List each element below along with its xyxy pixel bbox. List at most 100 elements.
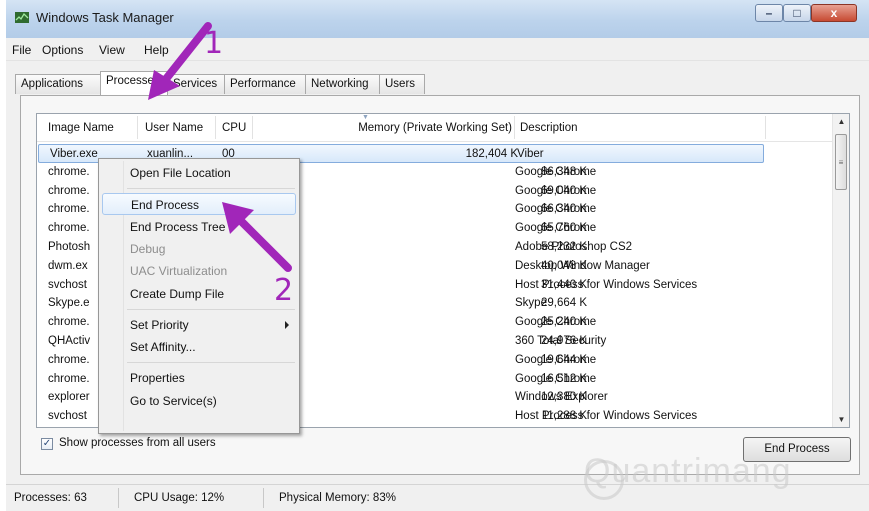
menu-item-uac-virtualization: UAC Virtualization — [102, 260, 296, 282]
menu-separator — [127, 308, 295, 310]
process-memory: 182,404 K — [465, 148, 518, 160]
annotation-number-1: 1 — [204, 26, 224, 61]
process-image-name: chrome. — [48, 222, 90, 235]
menu-item-end-process-tree[interactable]: End Process Tree — [102, 216, 296, 238]
process-description: Google Chrome — [515, 222, 597, 235]
process-description: Google Chrome — [515, 316, 597, 329]
column-image-name[interactable]: Image Name — [48, 122, 114, 134]
vertical-scrollbar[interactable]: ▲ ≡ ▼ — [832, 114, 849, 427]
menu-help[interactable]: Help — [144, 43, 169, 57]
process-description: Viber — [517, 148, 544, 160]
scroll-down-icon[interactable]: ▼ — [833, 412, 849, 427]
scroll-thumb[interactable]: ≡ — [835, 134, 847, 190]
tab-strip: Applications Processes Services Performa… — [6, 60, 869, 98]
show-all-checkbox[interactable]: ✓ — [41, 438, 53, 450]
menu-item-label: End Process Tree — [130, 219, 226, 234]
process-image-name: Viber.exe — [50, 148, 98, 160]
process-context-menu: Open File Location End Process End Process… — [98, 158, 300, 434]
watermark: Quantrimang — [584, 452, 792, 490]
maximize-button[interactable]: □ — [783, 4, 811, 22]
scroll-up-icon[interactable]: ▲ — [833, 114, 849, 129]
process-image-name: chrome. — [48, 184, 90, 197]
minimize-button[interactable]: – — [755, 4, 783, 22]
menu-item-end-process[interactable]: End Process — [102, 193, 296, 216]
tab-services[interactable]: Services — [167, 74, 225, 94]
process-description: Desktop Window Manager — [515, 259, 650, 272]
process-memory: 29,664 K — [540, 297, 587, 310]
tab-networking[interactable]: Networking — [305, 74, 380, 94]
process-image-name: dwm.ex — [48, 259, 88, 272]
menu-item-label: Open File Location — [130, 166, 231, 180]
menu-separator — [127, 188, 295, 190]
title-bar[interactable]: Windows Task Manager – □ x — [6, 0, 869, 38]
process-image-name: chrome. — [48, 353, 90, 366]
window-title: Windows Task Manager — [36, 10, 174, 25]
menu-item-label: UAC Virtualization — [130, 264, 228, 279]
menu-item-set-priority[interactable]: Set Priority — [102, 314, 296, 336]
menu-item-debug: Debug — [102, 238, 296, 260]
menu-bar: File Options View Help — [6, 38, 869, 61]
menu-item-go-to-service-s[interactable]: Go to Service(s) — [102, 390, 296, 412]
menu-item-label: Set Affinity... — [130, 340, 196, 355]
menu-item-properties[interactable]: Properties — [102, 367, 296, 389]
column-cpu[interactable]: CPU — [222, 122, 246, 134]
process-description: Skype — [515, 297, 547, 310]
menu-view[interactable]: View — [99, 43, 125, 57]
process-description: Adobe Photoshop CS2 — [515, 241, 633, 253]
column-divider[interactable] — [514, 116, 515, 139]
grip-icon: ≡ — [838, 157, 844, 167]
status-cpu: CPU Usage: 12% — [134, 492, 225, 504]
menu-item-label: Debug — [130, 241, 166, 256]
tab-users[interactable]: Users — [379, 74, 425, 94]
menu-item-create-dump-file[interactable]: Create Dump File — [102, 283, 296, 305]
process-image-name: svchost — [48, 410, 87, 423]
menu-item-set-affinity[interactable]: Set Affinity... — [102, 336, 296, 358]
tab-applications[interactable]: Applications — [15, 74, 101, 94]
annotation-number-2: 2 — [274, 273, 294, 308]
tab-performance[interactable]: Performance — [224, 74, 306, 94]
submenu-arrow-icon — [285, 320, 289, 329]
status-divider — [118, 488, 119, 508]
process-image-name: explorer — [48, 391, 90, 404]
menu-item-label: Properties — [130, 371, 185, 386]
menu-item-label: Set Priority — [130, 317, 189, 332]
column-description[interactable]: Description — [520, 122, 578, 134]
tab-processes[interactable]: Processes — [100, 71, 168, 95]
process-image-name: chrome. — [48, 316, 90, 329]
column-divider[interactable] — [765, 116, 766, 139]
column-divider[interactable] — [215, 116, 216, 139]
close-button[interactable]: x — [811, 4, 857, 22]
process-description: 360 Total Security — [515, 335, 607, 347]
process-description: Windows Explorer — [515, 391, 608, 404]
column-divider[interactable] — [137, 116, 138, 139]
column-user-name[interactable]: User Name — [145, 122, 203, 134]
process-description: Google Chrome — [515, 165, 597, 178]
process-image-name: chrome. — [48, 372, 90, 385]
menu-item-label: Go to Service(s) — [130, 393, 217, 408]
process-description: Google Chrome — [515, 184, 597, 197]
process-image-name: Skype.e — [48, 297, 90, 310]
status-memory: Physical Memory: 83% — [279, 492, 396, 504]
process-image-name: chrome. — [48, 203, 90, 216]
status-processes: Processes: 63 — [14, 492, 87, 504]
process-description: Host Process for Windows Services — [515, 278, 698, 291]
process-description: Host Process for Windows Services — [515, 410, 698, 423]
process-image-name: Photosh — [48, 241, 91, 253]
menu-options[interactable]: Options — [42, 43, 83, 57]
menu-item-label: End Process — [131, 198, 200, 213]
process-image-name: svchost — [48, 278, 87, 291]
process-description: Google Chrome — [515, 203, 597, 216]
task-manager-icon — [15, 12, 29, 23]
show-all-label: Show processes from all users — [59, 437, 216, 449]
process-description: Google Chrome — [515, 372, 597, 385]
column-memory[interactable]: Memory (Private Working Set) — [358, 122, 512, 134]
column-divider[interactable] — [252, 116, 253, 139]
menu-item-open-file-location[interactable]: Open File Location — [102, 162, 296, 184]
process-description: Google Chrome — [515, 353, 597, 366]
menu-file[interactable]: File — [12, 43, 31, 57]
menu-separator — [127, 362, 295, 364]
menu-item-label: Create Dump File — [130, 286, 225, 301]
process-image-name: chrome. — [48, 165, 90, 178]
sort-descending-icon: ▼ — [362, 114, 369, 121]
column-header-row: Image Name User Name CPU ▼ Memory (Priva… — [37, 114, 832, 142]
